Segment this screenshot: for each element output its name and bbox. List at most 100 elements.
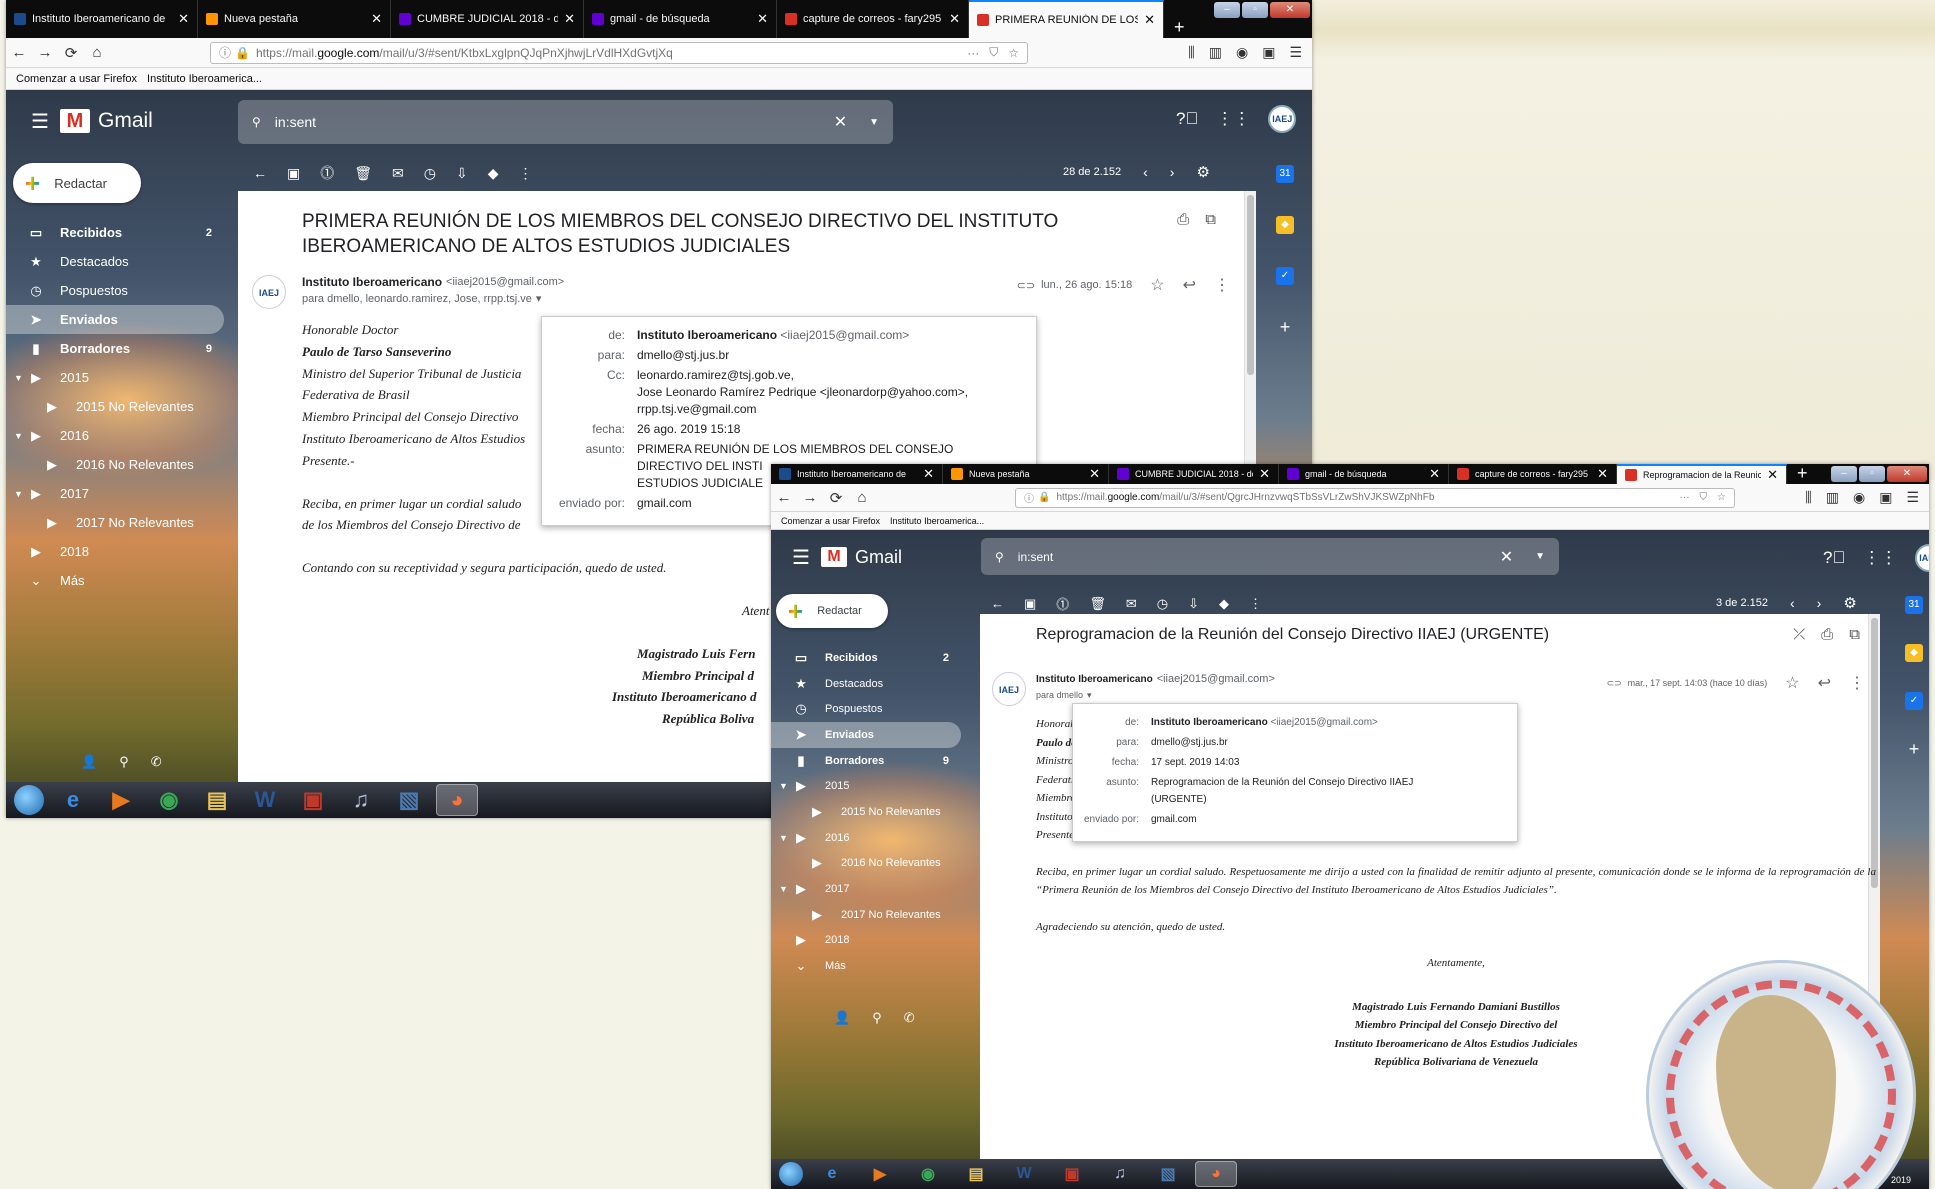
sidebar-icon[interactable]: ▥ xyxy=(1209,44,1222,61)
sidebar-item[interactable]: ◷ Pospuestos xyxy=(6,276,224,305)
compose-button[interactable]: + Redactar xyxy=(776,594,888,628)
archive-icon[interactable]: ▣ xyxy=(1024,596,1036,612)
search-icon[interactable]: ⚲ xyxy=(995,550,1004,564)
close-tab-icon[interactable]: ✕ xyxy=(1259,466,1270,482)
back-button[interactable]: ← xyxy=(6,44,32,61)
browser-tab[interactable]: CUMBRE JUDICIAL 2018 - de ✕ xyxy=(391,0,584,38)
help-icon[interactable]: ?⃝ xyxy=(1176,109,1198,129)
sidebar-item[interactable]: ★ Destacados xyxy=(6,247,224,276)
mark-unread-icon[interactable]: ✉ xyxy=(392,165,404,182)
move-to-icon[interactable]: ⇩ xyxy=(456,165,468,182)
person-icon[interactable]: 👤 xyxy=(81,754,97,770)
phone-icon[interactable]: ✆ xyxy=(151,754,162,770)
sidebar-item[interactable]: ▭ Recibidos 2 xyxy=(6,218,224,247)
sidebar-item[interactable]: ▶ 2016 No Relevantes xyxy=(6,450,224,479)
add-addon-icon[interactable]: + xyxy=(1276,318,1294,336)
search-bar[interactable]: ⚲ in:sent ✕ ▼ xyxy=(981,538,1559,575)
search-input[interactable]: in:sent xyxy=(1018,550,1500,564)
collapse-icon[interactable]: ⤫ xyxy=(1793,626,1805,643)
close-tab-icon[interactable]: ✕ xyxy=(178,11,189,27)
new-tab-button[interactable]: + xyxy=(1787,464,1818,484)
url-bar[interactable]: ⓘ 🔒 https://mail. google.com/mail/u/3/#sent… xyxy=(1015,487,1735,508)
browser-tab[interactable]: PRIMERA REUNIÓN DE LOS ✕ xyxy=(969,0,1164,38)
bookmark-item[interactable]: Instituto Iberoamerica... xyxy=(890,516,984,526)
search-options-icon[interactable]: ▼ xyxy=(1535,551,1545,562)
main-menu-icon[interactable]: ☰ xyxy=(20,109,60,134)
gmail-logo-icon[interactable]: M xyxy=(60,109,90,133)
page-actions-icon[interactable]: ··· xyxy=(967,46,979,60)
expand-arrow-icon[interactable]: ▼ xyxy=(779,781,788,791)
pocket-icon[interactable]: ⛉ xyxy=(989,45,998,60)
sidebar-item[interactable]: ▶ 2018 xyxy=(6,537,224,566)
close-tab-icon[interactable]: ✕ xyxy=(923,466,934,482)
new-tab-button[interactable]: + xyxy=(1164,17,1195,38)
word-taskbar-icon[interactable]: W xyxy=(1003,1161,1045,1187)
close-tab-icon[interactable]: ✕ xyxy=(949,11,960,27)
bookmark-item[interactable]: Comenzar a usar Firefox xyxy=(781,516,880,526)
reload-button[interactable]: ⟳ xyxy=(58,44,84,62)
back-button[interactable]: ← xyxy=(771,489,797,506)
sidebar-item[interactable]: ▼ ▶ 2017 xyxy=(6,479,224,508)
sidebar-item[interactable]: ▼ ▶ 2017 xyxy=(771,876,961,902)
itunes-taskbar-icon[interactable]: ♫ xyxy=(1099,1161,1141,1187)
help-icon[interactable]: ?⃝ xyxy=(1823,548,1845,568)
sidebar-item[interactable]: ▼ ▶ 2015 xyxy=(771,773,961,799)
close-tab-icon[interactable]: ✕ xyxy=(371,11,382,27)
close-tab-icon[interactable]: ✕ xyxy=(757,11,768,27)
sidebar-item[interactable]: ★ Destacados xyxy=(771,671,961,697)
apps-grid-icon[interactable]: ⋮⋮ xyxy=(1216,109,1250,129)
start-button[interactable] xyxy=(779,1162,803,1186)
gmail-logo-icon[interactable]: M xyxy=(821,547,847,567)
sidebar-item[interactable]: ⌄ Más xyxy=(6,566,224,595)
location-icon[interactable]: ⚲ xyxy=(872,1010,882,1026)
reply-icon[interactable]: ↩ xyxy=(1818,673,1831,693)
pdf-reader-taskbar-icon[interactable]: ▣ xyxy=(292,784,334,816)
report-spam-icon[interactable]: ⓵ xyxy=(1056,594,1069,613)
firefox-taskbar-icon[interactable]: ◕ xyxy=(436,784,478,816)
close-tab-icon[interactable]: ✕ xyxy=(1429,466,1440,482)
back-to-list-icon[interactable]: ← xyxy=(991,596,1004,611)
search-options-icon[interactable]: ▼ xyxy=(869,117,879,128)
account-icon[interactable]: ◉ xyxy=(1853,489,1865,506)
sender-name[interactable]: Instituto Iberoamericano xyxy=(1036,674,1153,685)
info-icon[interactable]: ⓘ xyxy=(1024,490,1034,505)
extension-icon[interactable]: ▣ xyxy=(1262,44,1275,61)
labels-icon[interactable]: ◆ xyxy=(488,165,499,182)
reply-icon[interactable]: ↩ xyxy=(1183,275,1196,295)
library-icon[interactable]: ⫼ xyxy=(1805,489,1811,506)
close-tab-icon[interactable]: ✕ xyxy=(564,11,575,27)
recipients-line[interactable]: para dmello, leonardo.ramirez, Jose, rrp… xyxy=(302,292,541,305)
firefox-taskbar-icon[interactable]: ◕ xyxy=(1195,1161,1237,1187)
sidebar-item[interactable]: ▶ 2016 No Relevantes xyxy=(771,851,961,877)
close-tab-icon[interactable]: ✕ xyxy=(1597,466,1608,482)
open-new-window-icon[interactable]: ⧉ xyxy=(1205,211,1216,228)
chrome-taskbar-icon[interactable]: ◉ xyxy=(148,784,190,816)
browser-tab[interactable]: capture de correos - fary295 ✕ xyxy=(1449,464,1617,484)
sidebar-item[interactable]: ▮ Borradores 9 xyxy=(771,748,961,774)
newer-icon[interactable]: ‹ xyxy=(1143,164,1148,180)
file-explorer-taskbar-icon[interactable]: ▤ xyxy=(196,784,238,816)
chrome-taskbar-icon[interactable]: ◉ xyxy=(907,1161,949,1187)
sidebar-item[interactable]: ◷ Pospuestos xyxy=(771,696,961,722)
browser-tab[interactable]: capture de correos - fary295 ✕ xyxy=(777,0,969,38)
snooze-icon[interactable]: ◷ xyxy=(424,165,436,182)
page-actions-icon[interactable]: ··· xyxy=(1680,492,1690,503)
url-bar[interactable]: ⓘ 🔒 https://mail. google.com/mail/u/3/#sent… xyxy=(210,41,1028,64)
media-player-taskbar-icon[interactable]: ▶ xyxy=(100,784,142,816)
snooze-icon[interactable]: ◷ xyxy=(1157,596,1168,612)
expand-arrow-icon[interactable]: ▼ xyxy=(14,489,23,499)
pdf-reader-taskbar-icon[interactable]: ▣ xyxy=(1051,1161,1093,1187)
account-icon[interactable]: ◉ xyxy=(1236,44,1248,61)
open-new-window-icon[interactable]: ⧉ xyxy=(1849,626,1860,643)
word-taskbar-icon[interactable]: W xyxy=(244,784,286,816)
browser-tab[interactable]: CUMBRE JUDICIAL 2018 - de ✕ xyxy=(1109,464,1279,484)
library-icon[interactable]: ⫼ xyxy=(1188,44,1194,61)
more-icon[interactable]: ⋮ xyxy=(518,165,532,182)
keep-icon[interactable]: ◆ xyxy=(1276,216,1294,234)
photo-viewer-taskbar-icon[interactable]: ▧ xyxy=(388,784,430,816)
main-menu-icon[interactable]: ☰ xyxy=(781,545,821,570)
more-options-icon[interactable]: ⋮ xyxy=(1849,673,1865,693)
labels-icon[interactable]: ◆ xyxy=(1219,596,1229,612)
bookmark-item[interactable]: Instituto Iberoamerica... xyxy=(147,73,262,85)
show-details-icon[interactable]: ▾ xyxy=(1087,690,1092,700)
